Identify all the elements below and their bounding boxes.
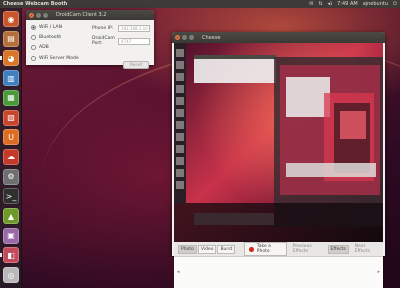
power-icon[interactable]: ⏻ xyxy=(393,0,397,8)
cheese-controls: Photo Video Burst Take a Photo Previous … xyxy=(174,242,383,256)
phone-ip-row: Phone IP: 192.168.1.10 xyxy=(92,25,150,32)
droidcam-window: × DroidCam Client 3.2 WiFi / LAN Bluetoo… xyxy=(26,10,154,69)
phone-ip-label: Phone IP: xyxy=(92,26,114,31)
radio-button-icon[interactable] xyxy=(31,56,36,61)
radio-wifi[interactable]: WiFi / LAN xyxy=(31,25,62,30)
close-icon[interactable]: × xyxy=(29,12,34,18)
radio-button-icon[interactable] xyxy=(31,25,36,30)
effects-button[interactable]: Effects xyxy=(327,244,349,254)
user-name[interactable]: ajnebuntu xyxy=(363,0,388,8)
ubuntu-one-icon[interactable]: ☁ xyxy=(3,148,19,165)
take-photo-label: Take a Photo xyxy=(256,244,271,254)
radio-button-icon[interactable] xyxy=(31,35,36,40)
port-field[interactable]: 4747 xyxy=(118,37,150,45)
radio-adb[interactable]: ADB xyxy=(31,45,49,50)
libreoffice-impress-icon[interactable]: ▧ xyxy=(3,109,19,126)
running-indicator xyxy=(0,56,2,61)
previous-effects-button[interactable]: Previous Effects xyxy=(293,244,325,254)
system-settings-icon[interactable]: ⚙ xyxy=(3,168,19,185)
cheese-window: × Cheese Photo Video Burst Take a Photo … xyxy=(172,32,385,288)
launcher: ◉ ▤ ◕ ▥ ▦ ▧ U ☁ ⚙ >_ ▲ ▣ ◧ ◎ xyxy=(0,8,22,288)
take-photo-button[interactable]: Take a Photo xyxy=(244,242,287,256)
webcam-preview xyxy=(174,43,383,242)
close-icon[interactable]: × xyxy=(175,35,180,40)
next-effects-button[interactable]: Next Effects xyxy=(355,244,379,254)
radio-label: Bluetooth xyxy=(39,35,62,40)
video-mode-button[interactable]: Video xyxy=(197,244,217,254)
cheese-titlebar[interactable]: × Cheese xyxy=(172,32,385,43)
libreoffice-calc-icon[interactable]: ▦ xyxy=(3,89,19,106)
clock[interactable]: 7:49 AM xyxy=(337,0,358,8)
reset-button[interactable]: Reset xyxy=(123,61,149,69)
system-tray: ✉ ⇅ ◂) 7:49 AM ajnebuntu ⏻ xyxy=(309,0,397,8)
cheese-icon[interactable]: ▣ xyxy=(3,227,19,244)
maximize-icon[interactable] xyxy=(189,35,194,40)
webcam-feed-image xyxy=(174,43,383,242)
minimize-icon[interactable] xyxy=(182,35,187,40)
running-indicator xyxy=(0,253,2,258)
radio-wifi-server[interactable]: WiFi Server Mode xyxy=(31,56,79,61)
thumbnail-strip[interactable]: ◂ ▸ xyxy=(174,256,383,288)
mail-icon[interactable]: ✉ xyxy=(309,0,313,8)
photo-mode-button[interactable]: Photo xyxy=(178,244,197,254)
radio-button-icon[interactable] xyxy=(31,45,36,50)
network-icon[interactable]: ⇅ xyxy=(318,0,322,8)
terminal-icon[interactable]: >_ xyxy=(3,188,19,205)
droidcam-titlebar[interactable]: × DroidCam Client 3.2 xyxy=(26,10,154,20)
radio-bluetooth[interactable]: Bluetooth xyxy=(31,35,61,40)
port-row: DroidCam Port: 4747 xyxy=(92,36,150,46)
dvd-icon[interactable]: ◎ xyxy=(3,267,19,284)
record-icon xyxy=(249,246,254,252)
maximize-icon[interactable] xyxy=(43,12,48,18)
top-panel: Cheese Webcam Booth ✉ ⇅ ◂) 7:49 AM ajneb… xyxy=(0,0,400,8)
ubuntu-software-icon[interactable]: U xyxy=(3,129,19,146)
droidcam-title: DroidCam Client 3.2 xyxy=(56,12,107,18)
scroll-right-icon[interactable]: ▸ xyxy=(377,269,380,275)
files-icon[interactable]: ▤ xyxy=(3,30,19,47)
minimize-icon[interactable] xyxy=(36,12,41,18)
cheese-title: Cheese xyxy=(202,34,221,41)
port-label: DroidCam Port: xyxy=(92,36,115,46)
active-app-title: Cheese Webcam Booth xyxy=(3,1,68,7)
dash-icon[interactable]: ◉ xyxy=(3,11,19,27)
radio-label: WiFi Server Mode xyxy=(39,56,79,61)
libreoffice-writer-icon[interactable]: ▥ xyxy=(3,70,19,87)
radio-label: WiFi / LAN xyxy=(39,25,63,30)
volume-icon[interactable]: ◂) xyxy=(328,0,332,8)
scroll-left-icon[interactable]: ◂ xyxy=(177,269,180,275)
radio-label: ADB xyxy=(39,45,49,50)
firefox-icon[interactable]: ◕ xyxy=(3,50,19,67)
android-icon[interactable]: ▲ xyxy=(3,208,19,224)
phone-ip-field[interactable]: 192.168.1.10 xyxy=(118,25,150,32)
burst-mode-button[interactable]: Burst xyxy=(217,244,236,254)
droidcam-icon[interactable]: ◧ xyxy=(3,247,19,264)
